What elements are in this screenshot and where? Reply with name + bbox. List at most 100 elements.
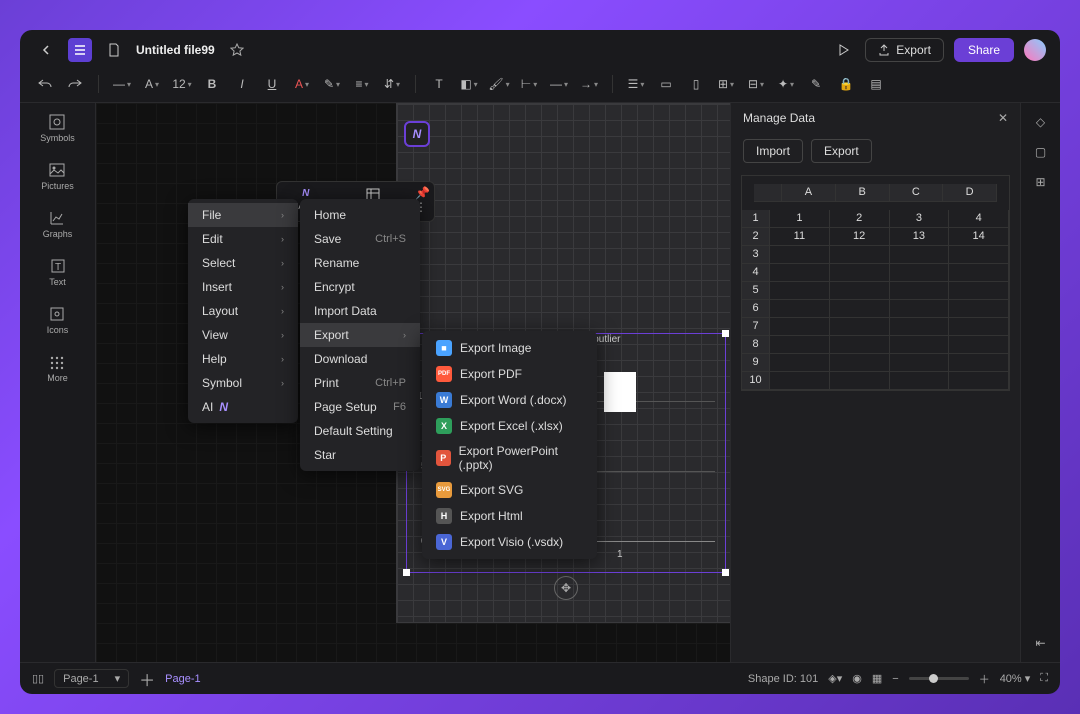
resize-handle[interactable]	[722, 330, 729, 337]
zoom-in-button[interactable]: ＋	[979, 671, 990, 687]
map-icon[interactable]: ▦	[872, 672, 882, 685]
file-star[interactable]: Star	[300, 443, 420, 467]
menu-item-view[interactable]: View›	[188, 323, 298, 347]
ungroup-button[interactable]: ▯	[685, 74, 707, 94]
rail-icons[interactable]: Icons	[47, 305, 69, 335]
theme-icon[interactable]: ◇	[1036, 115, 1045, 129]
export-item[interactable]: VExport Visio (.vsdx)	[422, 529, 597, 555]
sparkle-button[interactable]: ✦	[775, 74, 797, 94]
file-rename[interactable]: Rename	[300, 251, 420, 275]
text-tool[interactable]: T	[428, 74, 450, 94]
rail-graphs[interactable]: Graphs	[43, 209, 73, 239]
font-size-dropdown[interactable]: 12	[171, 74, 193, 94]
underline-button[interactable]: U	[261, 74, 283, 94]
zoom-slider[interactable]	[909, 677, 969, 680]
file-menu: Home SaveCtrl+S Rename Encrypt Import Da…	[300, 199, 420, 471]
export-item[interactable]: XExport Excel (.xlsx)	[422, 413, 597, 439]
menu-item-help[interactable]: Help›	[188, 347, 298, 371]
page-selector[interactable]: Page-1▾	[54, 669, 129, 688]
chevron-down-icon: ▾	[115, 672, 121, 685]
text-color-button[interactable]: A	[291, 74, 313, 94]
play-button[interactable]	[831, 38, 855, 62]
comment-icon[interactable]: ▢	[1035, 145, 1046, 159]
layer-button[interactable]: ▤	[865, 74, 887, 94]
star-icon[interactable]	[225, 38, 249, 62]
import-button[interactable]: Import	[743, 139, 803, 163]
resize-handle[interactable]	[722, 569, 729, 576]
hamburger-menu-button[interactable]	[68, 38, 92, 62]
line-style-button[interactable]: —	[548, 74, 570, 94]
bold-button[interactable]: B	[201, 74, 223, 94]
pages-icon[interactable]: ▯▯	[32, 672, 44, 685]
file-import-data[interactable]: Import Data	[300, 299, 420, 323]
collapse-icon[interactable]: ⇤	[1035, 636, 1045, 650]
file-download[interactable]: Download	[300, 347, 420, 371]
export-item[interactable]: ■Export Image	[422, 335, 597, 361]
export-item[interactable]: SVGExport SVG	[422, 477, 597, 503]
file-save[interactable]: SaveCtrl+S	[300, 227, 420, 251]
ai-badge-icon[interactable]: N	[404, 121, 430, 147]
user-avatar[interactable]	[1024, 39, 1046, 61]
font-dropdown[interactable]: A	[141, 74, 163, 94]
add-page-button[interactable]: ＋	[139, 667, 155, 691]
export-item[interactable]: PDFExport PDF	[422, 361, 597, 387]
group-button[interactable]: ▭	[655, 74, 677, 94]
canvas[interactable]: N N AI Assist Manage D… 📌⋮ box	[96, 103, 730, 662]
line-start-button[interactable]: ⊢	[518, 74, 540, 94]
style-dropdown[interactable]: —	[111, 74, 133, 94]
edit-button[interactable]: ✎	[805, 74, 827, 94]
brush-button[interactable]: 🖌	[488, 74, 510, 94]
line-end-button[interactable]: →	[578, 74, 600, 94]
italic-button[interactable]: I	[231, 74, 253, 94]
rail-pictures[interactable]: Pictures	[41, 161, 74, 191]
resize-handle[interactable]	[403, 569, 410, 576]
focus-icon[interactable]: ◉	[852, 672, 862, 685]
file-default-setting[interactable]: Default Setting	[300, 419, 420, 443]
document-title[interactable]: Untitled file99	[136, 43, 215, 57]
file-export[interactable]: Export›	[300, 323, 420, 347]
chart-box	[604, 372, 636, 412]
page-tab[interactable]: Page-1	[165, 673, 200, 685]
titlebar: Untitled file99 Export Share	[20, 30, 1060, 70]
file-page-setup[interactable]: Page SetupF6	[300, 395, 420, 419]
export-item[interactable]: HExport Html	[422, 503, 597, 529]
highlight-button[interactable]: ✎	[321, 74, 343, 94]
distribute-button[interactable]: ⊟	[745, 74, 767, 94]
menu-item-symbol[interactable]: Symbol›	[188, 371, 298, 395]
lock-button[interactable]: 🔒	[835, 74, 857, 94]
move-handle-icon[interactable]: ✥	[554, 576, 578, 600]
menu-item-layout[interactable]: Layout›	[188, 299, 298, 323]
menu-item-ai[interactable]: AIN	[188, 395, 298, 419]
export-data-button[interactable]: Export	[811, 139, 872, 163]
fill-color-button[interactable]: ◧	[458, 74, 480, 94]
export-item[interactable]: PExport PowerPoint (.pptx)	[422, 439, 597, 477]
rail-more[interactable]: More	[47, 353, 68, 383]
fullscreen-icon[interactable]: ⛶	[1040, 672, 1048, 685]
share-button[interactable]: Share	[954, 38, 1014, 62]
main-menu: File› Edit› Select› Insert› Layout› View…	[188, 199, 298, 423]
rail-text[interactable]: TText	[49, 257, 67, 287]
menu-item-edit[interactable]: Edit›	[188, 227, 298, 251]
export-item[interactable]: WExport Word (.docx)	[422, 387, 597, 413]
align-objects-button[interactable]: ⊞	[715, 74, 737, 94]
menu-item-insert[interactable]: Insert›	[188, 275, 298, 299]
apps-icon[interactable]: ⊞	[1035, 175, 1045, 189]
back-button[interactable]	[34, 38, 58, 62]
close-icon[interactable]: ✕	[998, 111, 1008, 125]
menu-item-select[interactable]: Select›	[188, 251, 298, 275]
menu-item-file[interactable]: File›	[188, 203, 298, 227]
export-button[interactable]: Export	[865, 38, 944, 62]
undo-button[interactable]	[34, 74, 56, 94]
list-button[interactable]: ☰	[625, 74, 647, 94]
file-print[interactable]: PrintCtrl+P	[300, 371, 420, 395]
layers-icon[interactable]: ◈▾	[828, 672, 842, 685]
data-table[interactable]: ABCD11234211121314345678910	[741, 175, 1010, 391]
file-home[interactable]: Home	[300, 203, 420, 227]
zoom-out-button[interactable]: −	[892, 673, 898, 685]
line-height-button[interactable]: ⇵	[381, 74, 403, 94]
redo-button[interactable]	[64, 74, 86, 94]
file-encrypt[interactable]: Encrypt	[300, 275, 420, 299]
zoom-label[interactable]: 40% ▾	[1000, 672, 1031, 685]
rail-symbols[interactable]: Symbols	[40, 113, 75, 143]
align-button[interactable]: ≡	[351, 74, 373, 94]
